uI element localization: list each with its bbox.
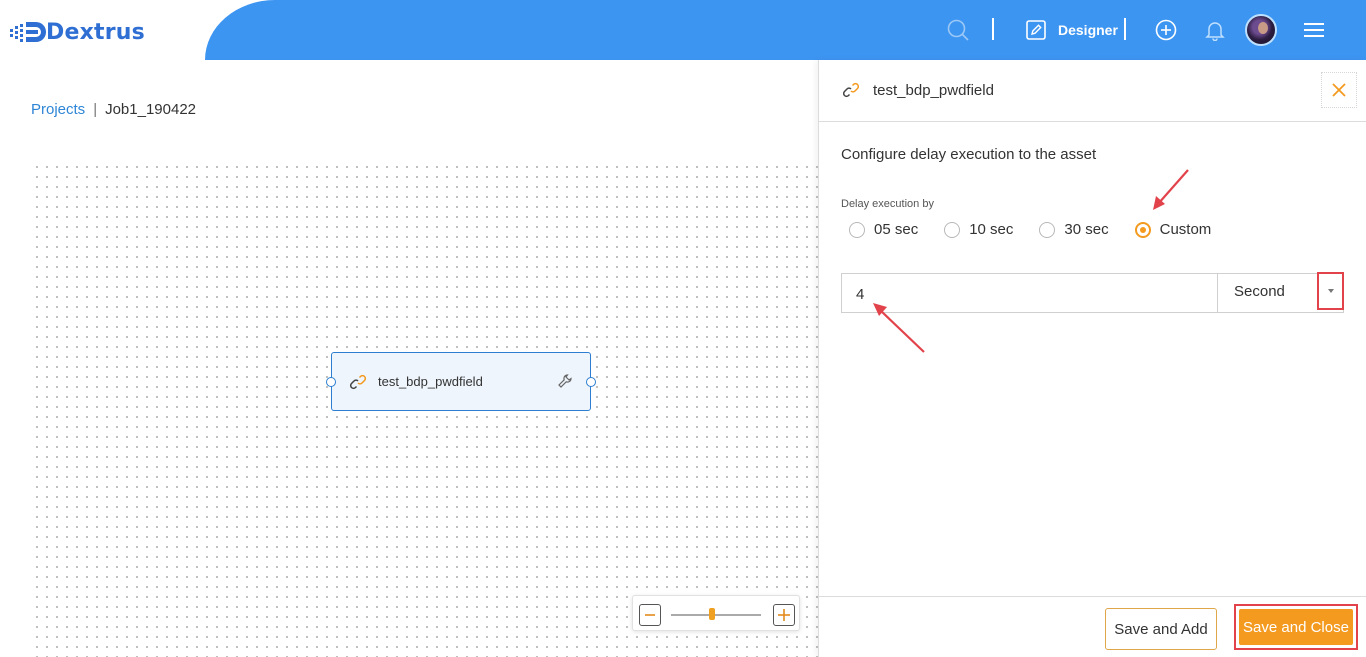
zoom-slider-track[interactable] (671, 614, 761, 616)
delay-option-30-sec[interactable]: 30 sec (1039, 221, 1109, 238)
unit-dropdown-chevron-icon[interactable] (1317, 272, 1344, 310)
user-avatar[interactable] (1245, 14, 1277, 46)
radio-label: 10 sec (969, 221, 1014, 238)
node-output-port[interactable] (586, 377, 596, 387)
zoom-slider-thumb[interactable] (709, 608, 715, 620)
designer-mode-label: Designer (1058, 22, 1118, 38)
panel-header: test_bdp_pwdfield (819, 60, 1366, 122)
delay-option-10-sec[interactable]: 10 sec (944, 221, 1013, 238)
add-circle-icon[interactable] (1151, 15, 1181, 45)
radio-label: 05 sec (874, 221, 919, 238)
save-and-add-button[interactable]: Save and Add (1105, 608, 1217, 650)
panel-footer: Save and Add Save and Close (819, 596, 1366, 657)
header-blue-band (205, 0, 1366, 60)
bell-icon[interactable] (1200, 15, 1230, 45)
radio-label: Custom (1159, 221, 1212, 238)
designer-edit-icon (1026, 20, 1046, 40)
asset-config-panel: test_bdp_pwdfield Configure delay execut… (818, 60, 1366, 657)
header-divider (1124, 18, 1126, 40)
canvas-node[interactable]: test_bdp_pwdfield (326, 352, 596, 411)
logo-mark-icon (10, 22, 46, 42)
zoom-in-icon[interactable] (773, 604, 795, 626)
save-and-close-highlight: Save and Close (1234, 604, 1358, 650)
search-icon[interactable] (943, 15, 973, 45)
annotation-arrow (873, 303, 925, 353)
delay-label: Delay execution by (841, 198, 934, 210)
delay-unit-value: Second (1234, 283, 1285, 300)
close-icon (1332, 83, 1346, 97)
header-divider (992, 18, 994, 40)
breadcrumb-separator: | (93, 101, 98, 118)
node-input-port[interactable] (326, 377, 336, 387)
save-and-close-button[interactable]: Save and Close (1239, 609, 1353, 645)
link-icon (350, 374, 366, 389)
delay-option-custom[interactable]: Custom (1134, 221, 1212, 238)
section-title: Configure delay execution to the asset (841, 146, 1097, 163)
designer-mode-button[interactable]: Designer (1026, 17, 1118, 43)
link-icon (843, 82, 859, 98)
breadcrumb-current: Job1_190422 (105, 101, 197, 118)
app-name: Dextrus (46, 19, 145, 45)
app-logo[interactable]: Dextrus (10, 18, 145, 46)
menu-icon[interactable] (1299, 15, 1329, 45)
delay-option-05-sec[interactable]: 05 sec (849, 221, 918, 238)
radio-button[interactable] (849, 221, 865, 238)
breadcrumb: Projects | Job1_190422 (31, 101, 196, 118)
annotation-arrow (1153, 169, 1189, 210)
radio-button[interactable] (944, 221, 961, 238)
node-label: test_bdp_pwdfield (378, 374, 483, 389)
radio-button[interactable] (1039, 221, 1056, 238)
wrench-icon[interactable] (558, 374, 572, 388)
zoom-out-icon[interactable] (639, 604, 661, 626)
top-header: Dextrus Designer (0, 0, 1366, 60)
breadcrumb-projects-link[interactable]: Projects (31, 101, 85, 118)
delay-options: 05 sec 10 sec 30 sec Custom (849, 221, 1237, 238)
radio-label: 30 sec (1064, 221, 1109, 238)
panel-title: test_bdp_pwdfield (873, 82, 994, 99)
zoom-control (632, 595, 800, 631)
close-panel-button[interactable] (1321, 72, 1357, 108)
radio-button-selected[interactable] (1134, 221, 1151, 238)
